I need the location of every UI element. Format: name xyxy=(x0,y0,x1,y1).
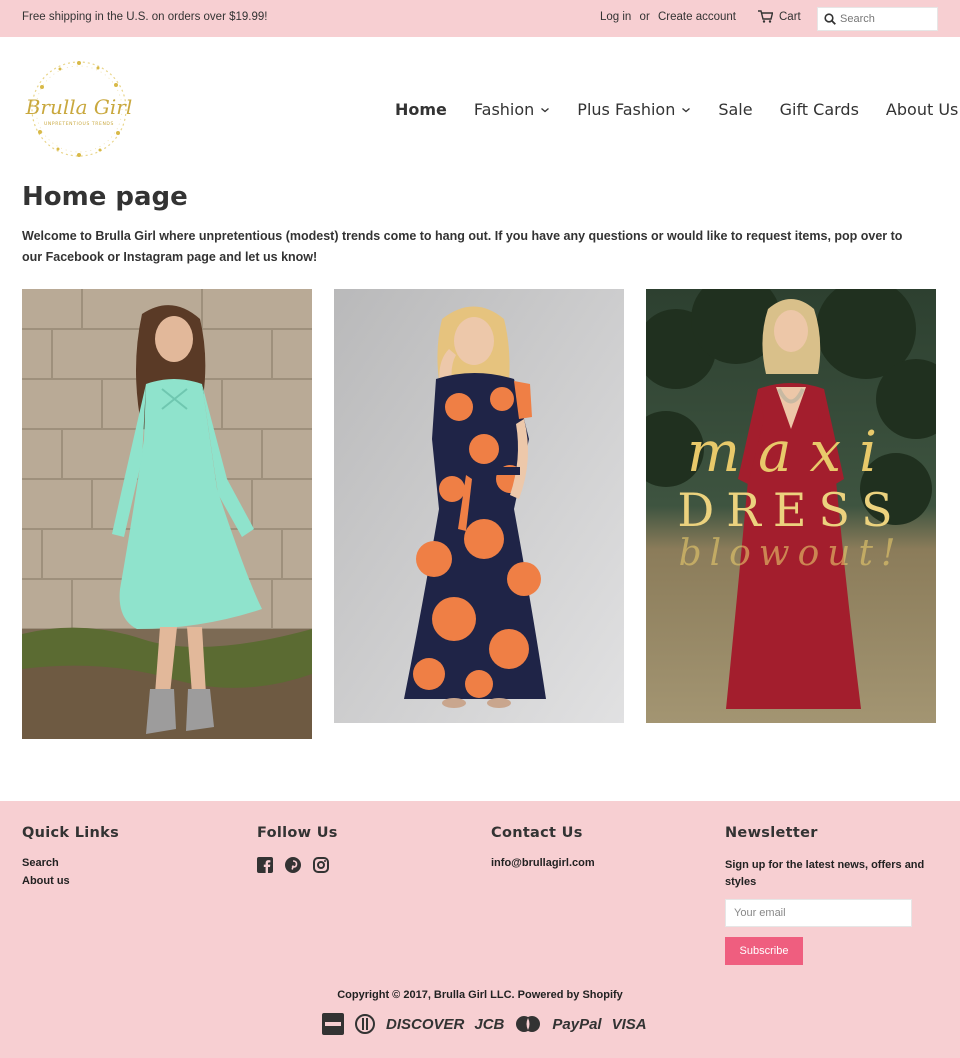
quick-links-heading: Quick Links xyxy=(22,825,120,841)
cart-label: Cart xyxy=(779,10,801,23)
diners-club-icon xyxy=(355,1014,375,1034)
american-express-icon xyxy=(322,1013,344,1035)
brand-logo[interactable]: Brulla Girl UNPRETENTIOUS TRENDS xyxy=(22,57,136,161)
login-link[interactable]: Log in xyxy=(600,11,631,23)
newsletter-email-field[interactable] xyxy=(725,899,912,927)
main-nav: Home Fashion Plus Fashion Sale Gift Card… xyxy=(395,100,958,119)
copyright-text: Copyright © 2017, Brulla Girl LLC. Power… xyxy=(337,989,623,1001)
logo-text: Brulla Girl xyxy=(25,95,133,119)
promo-line1: maxi xyxy=(687,420,895,485)
search-input[interactable] xyxy=(840,13,932,25)
promo-line2: DRESS xyxy=(677,483,904,537)
newsletter-heading: Newsletter xyxy=(725,825,818,841)
paypal-icon: PayPal xyxy=(552,1015,602,1033)
nav-fashion[interactable]: Fashion xyxy=(474,100,550,119)
logo-subtext: UNPRETENTIOUS TRENDS xyxy=(44,121,114,127)
payment-icons: DISCOVER JCB PayPal VISA xyxy=(322,1013,647,1035)
nav-plus-fashion-label: Plus Fashion xyxy=(577,100,676,119)
create-account-link[interactable]: Create account xyxy=(658,11,736,23)
pinterest-icon[interactable] xyxy=(285,857,303,875)
product-image-floral-maxi[interactable] xyxy=(334,289,624,723)
search-icon[interactable] xyxy=(824,13,836,25)
intro-text: Welcome to Brulla Girl where unpretentio… xyxy=(22,229,903,264)
nav-gift-cards-label: Gift Cards xyxy=(779,100,859,119)
follow-us-column: Follow Us xyxy=(257,825,338,875)
newsletter-column: Newsletter Sign up for the latest news, … xyxy=(725,825,925,965)
master-icon xyxy=(516,1016,541,1032)
site-footer: Quick Links Search About us Follow Us Co… xyxy=(0,801,960,1058)
discover-icon: DISCOVER xyxy=(386,1015,465,1033)
quick-links-column: Quick Links Search About us xyxy=(22,825,119,893)
nav-about-us-label: About Us xyxy=(885,100,959,119)
promo-line3: blowout! xyxy=(679,533,904,574)
cart-link[interactable]: Cart xyxy=(758,10,801,23)
visa-icon: VISA xyxy=(611,1015,647,1033)
announcement-bar: Free shipping in the U.S. on orders over… xyxy=(0,0,960,37)
nav-about-us[interactable]: About Us xyxy=(886,100,958,119)
instagram-icon[interactable] xyxy=(313,857,331,875)
nav-sale[interactable]: Sale xyxy=(718,100,752,119)
footer-link-about-us[interactable]: About us xyxy=(22,875,119,887)
product-image-mint-dress[interactable] xyxy=(22,289,312,739)
page-title: Home page xyxy=(22,182,188,212)
nav-home[interactable]: Home xyxy=(395,100,447,119)
nav-gift-cards[interactable]: Gift Cards xyxy=(780,100,859,119)
jcb-icon: JCB xyxy=(474,1015,505,1033)
nav-plus-fashion[interactable]: Plus Fashion xyxy=(577,100,691,119)
facebook-icon[interactable] xyxy=(257,857,275,875)
newsletter-text: Sign up for the latest news, offers and … xyxy=(725,859,925,888)
follow-us-heading: Follow Us xyxy=(257,825,338,841)
nav-fashion-label: Fashion xyxy=(473,100,535,119)
footer-link-search[interactable]: Search xyxy=(22,857,119,869)
nav-sale-label: Sale xyxy=(718,100,753,119)
contact-email[interactable]: info@brullagirl.com xyxy=(491,857,595,869)
or-text: or xyxy=(639,11,650,23)
promo-image-maxi-dress-blowout[interactable]: maxi DRESS blowout! xyxy=(646,289,936,723)
account-links: Log in or Create account xyxy=(600,11,741,23)
search-box xyxy=(817,7,938,31)
contact-us-column: Contact Us info@brullagirl.com xyxy=(491,825,595,875)
chevron-down-icon xyxy=(682,107,691,112)
contact-us-heading: Contact Us xyxy=(491,825,583,841)
nav-home-label: Home xyxy=(395,100,447,119)
subscribe-button[interactable]: Subscribe xyxy=(725,937,803,965)
chevron-down-icon xyxy=(541,107,550,112)
cart-icon xyxy=(758,10,773,23)
shipping-message: Free shipping in the U.S. on orders over… xyxy=(22,11,268,23)
